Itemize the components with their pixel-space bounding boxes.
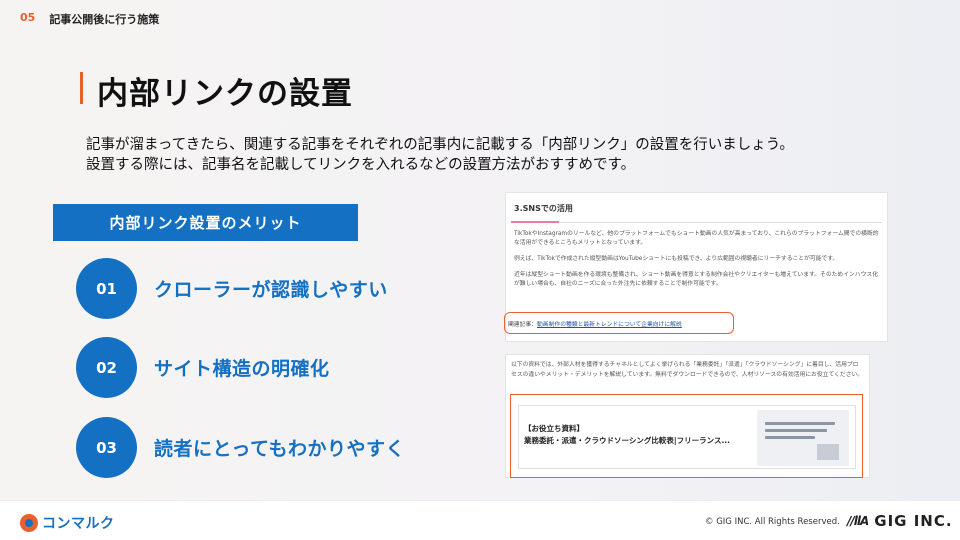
description-line-1: 記事が溜まってきたら、関連する記事をそれぞれの記事内に記載する「内部リンク」の設… — [86, 137, 794, 153]
related-article-highlight: 関連記事：動画制作の種類と最新トレンドについて企業向けに解説 — [504, 312, 734, 334]
company-name: GIG INC. — [874, 512, 953, 530]
page-title: 内部リンクの設置 — [97, 76, 353, 112]
download-banner-highlight: 【お役立ち資料】 業務委託・派遣・クラウドソーシング比較表|フリーランス... — [510, 394, 863, 478]
brand-logo-icon — [20, 514, 38, 532]
merit-number-badge: 01 — [76, 258, 137, 319]
article-paragraph: 例えば、TikTokで作成された縦型動画はYouTubeショートにも投稿でき、よ… — [514, 256, 839, 262]
merit-item-2: 02 サイト構造の明確化 — [76, 337, 330, 398]
description-line-2: 設置する際には、記事名を記載してリンクを入れるなどの設置方法がおすすめです。 — [86, 157, 636, 173]
article-paragraph: 以下の資料では、外部人材を獲得するチャネルとしてよく挙げられる「業務委託」「派遣… — [511, 362, 864, 378]
download-banner[interactable]: 【お役立ち資料】 業務委託・派遣・クラウドソーシング比較表|フリーランス... — [518, 405, 856, 469]
banner-title: 業務委託・派遣・クラウドソーシング比較表|フリーランス... — [524, 436, 730, 445]
section-title: 記事公開後に行う施策 — [49, 13, 160, 26]
merit-number-badge: 03 — [76, 417, 137, 478]
merit-item-1: 01 クローラーが認識しやすい — [76, 258, 388, 319]
merit-label: 内部リンク設置のメリット — [53, 204, 358, 241]
description: 記事が溜まってきたら、関連する記事をそれぞれの記事内に記載する「内部リンク」の設… — [86, 135, 906, 175]
merit-text: クローラーが認識しやすい — [154, 279, 388, 301]
merit-text: 読者にとってもわかりやすく — [154, 438, 406, 460]
article-paragraph: 近年は縦型ショート動画を作る環境も整備され、ショート動画を得意とする制作会社やク… — [514, 272, 878, 287]
related-prefix: 関連記事： — [508, 322, 537, 328]
article-paragraph: TikTokやInstagramのリールなど、他のプラットフォームでもショート動… — [514, 231, 879, 246]
section-number: 05 — [20, 11, 36, 24]
banner-thumbnail — [757, 410, 849, 466]
company-logo-icon: //llA — [847, 514, 869, 528]
title-accent-bar — [80, 72, 83, 104]
brand-logo: コンマルク — [20, 513, 115, 533]
banner-label: 【お役立ち資料】 — [524, 424, 584, 433]
footer: コンマルク © GIG INC. All Rights Reserved. //… — [0, 500, 960, 540]
brand-name: コンマルク — [42, 516, 115, 532]
merit-number-badge: 02 — [76, 337, 137, 398]
merit-item-3: 03 読者にとってもわかりやすく — [76, 417, 405, 478]
heading-underline — [511, 221, 882, 223]
related-article-text: 関連記事：動画制作の種類と最新トレンドについて企業向けに解説 — [508, 319, 682, 328]
article-heading: 3.SNSでの活用 — [514, 204, 573, 213]
merit-text: サイト構造の明確化 — [154, 358, 330, 380]
copyright: © GIG INC. All Rights Reserved. — [705, 517, 840, 527]
section-header: 05 記事公開後に行う施策 — [20, 11, 159, 27]
company-logo: //llA GIG INC. — [847, 512, 953, 530]
related-article-link[interactable]: 動画制作の種類と最新トレンドについて企業向けに解説 — [537, 322, 682, 328]
